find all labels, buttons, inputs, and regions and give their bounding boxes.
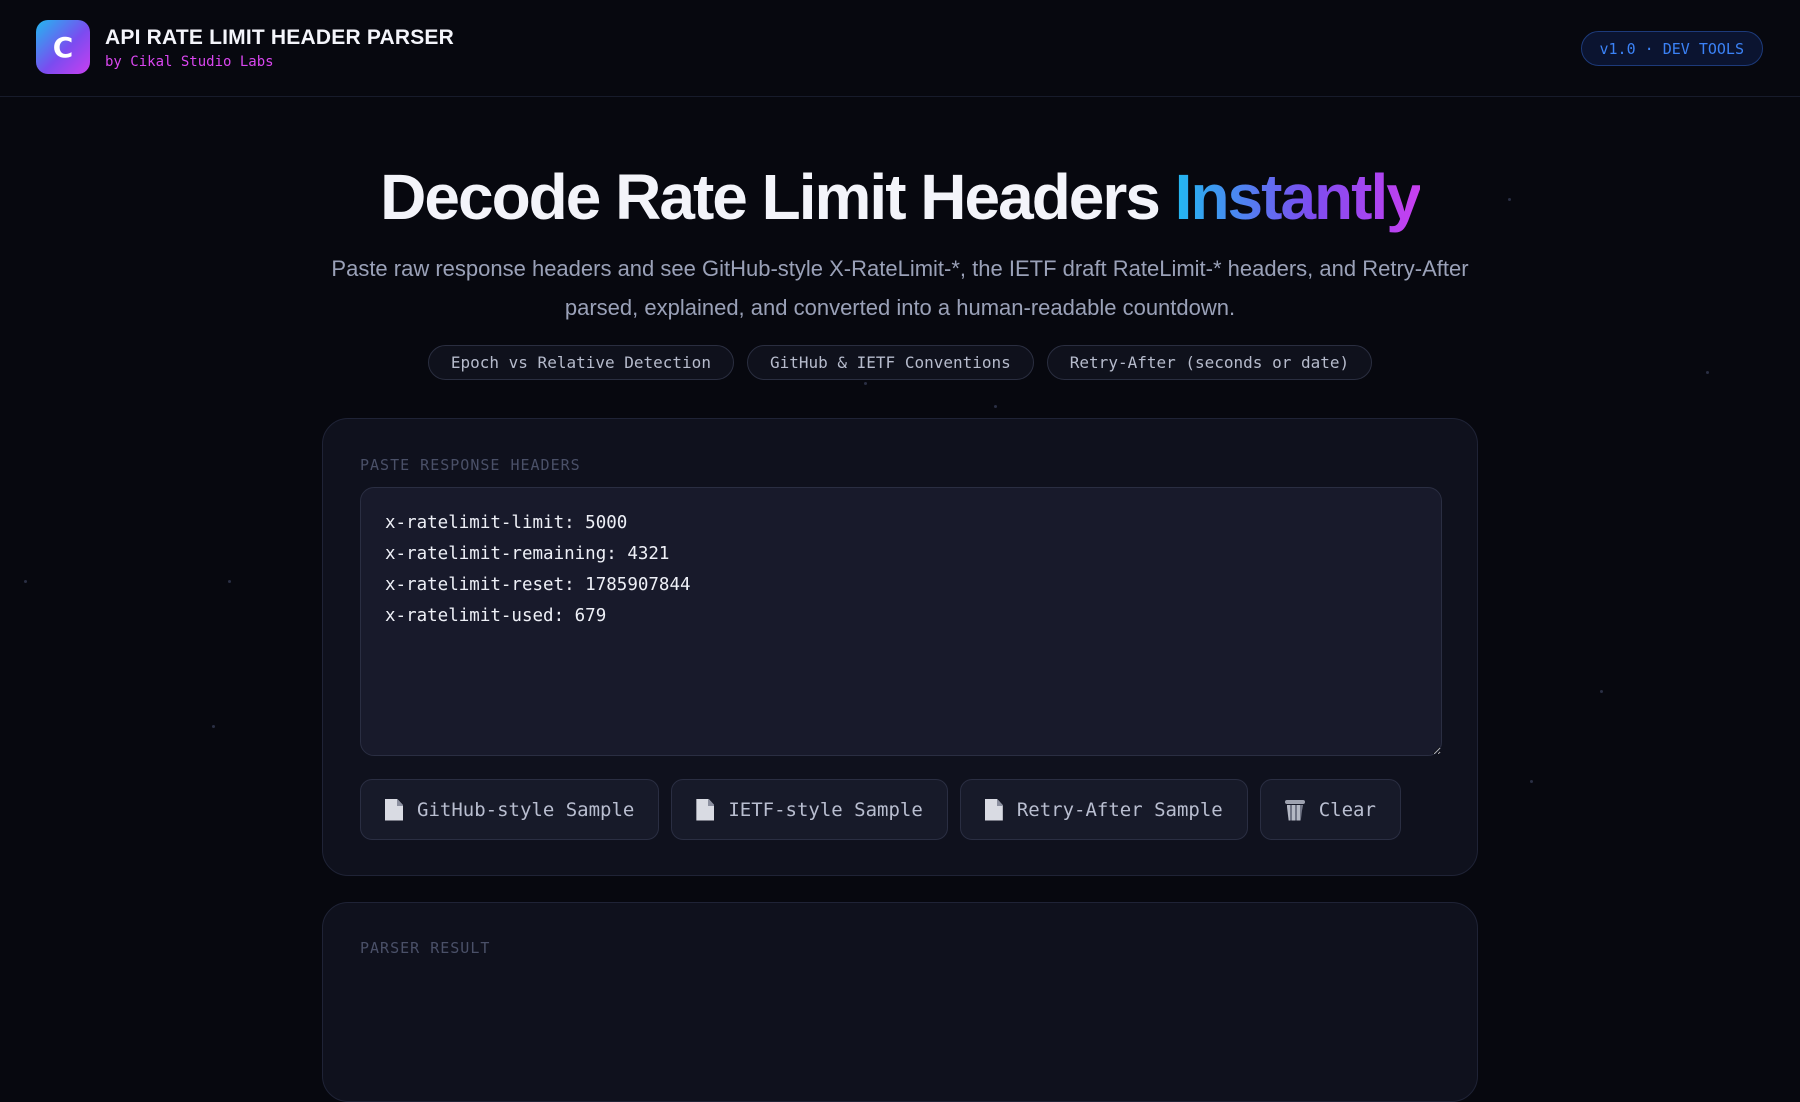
result-card: PARSER RESULT [322, 902, 1478, 1102]
trash-icon [1284, 799, 1305, 821]
chip-retry-after: Retry-After (seconds or date) [1046, 345, 1373, 380]
logo-letter: C [52, 30, 74, 64]
result-card-label: PARSER RESULT [360, 939, 491, 957]
input-card-label: PASTE RESPONSE HEADERS [360, 456, 581, 474]
feature-chips: Epoch vs Relative Detection GitHub & IET… [0, 345, 1800, 380]
headers-textarea[interactable]: x-ratelimit-limit: 5000 x-ratelimit-rema… [360, 487, 1442, 756]
app-byline: by Cikal Studio Labs [105, 54, 274, 70]
hero-title: Decode Rate Limit Headers Instantly [0, 160, 1800, 234]
hero-title-main: Decode Rate Limit Headers [380, 161, 1175, 233]
ietf-sample-button[interactable]: IETF-style Sample [671, 779, 948, 840]
version-badge: v1.0 · DEV TOOLS [1580, 31, 1763, 66]
retry-after-sample-button[interactable]: Retry-After Sample [959, 779, 1248, 840]
github-sample-button[interactable]: GitHub-style Sample [360, 779, 660, 840]
clear-button[interactable]: Clear [1259, 779, 1401, 840]
chip-conventions: GitHub & IETF Conventions [746, 345, 1034, 380]
chip-epoch-detection: Epoch vs Relative Detection [427, 345, 734, 380]
app-title: API RATE LIMIT HEADER PARSER [105, 26, 455, 49]
hero-title-accent: Instantly [1174, 161, 1422, 233]
ietf-sample-label: IETF-style Sample [728, 798, 923, 821]
clear-label: Clear [1318, 798, 1376, 821]
document-icon [696, 798, 715, 821]
top-bar: C API RATE LIMIT HEADER PARSER by Cikal … [0, 0, 1800, 97]
document-icon [984, 798, 1003, 821]
input-card: PASTE RESPONSE HEADERS x-ratelimit-limit… [322, 418, 1478, 876]
github-sample-label: GitHub-style Sample [417, 798, 635, 821]
hero-description: Paste raw response headers and see GitHu… [331, 256, 1469, 320]
app-logo[interactable]: C [36, 20, 90, 74]
retry-after-sample-label: Retry-After Sample [1016, 798, 1223, 821]
document-icon [385, 798, 403, 821]
sample-button-row: GitHub-style Sample IETF-style Sample Re… [360, 779, 1401, 840]
